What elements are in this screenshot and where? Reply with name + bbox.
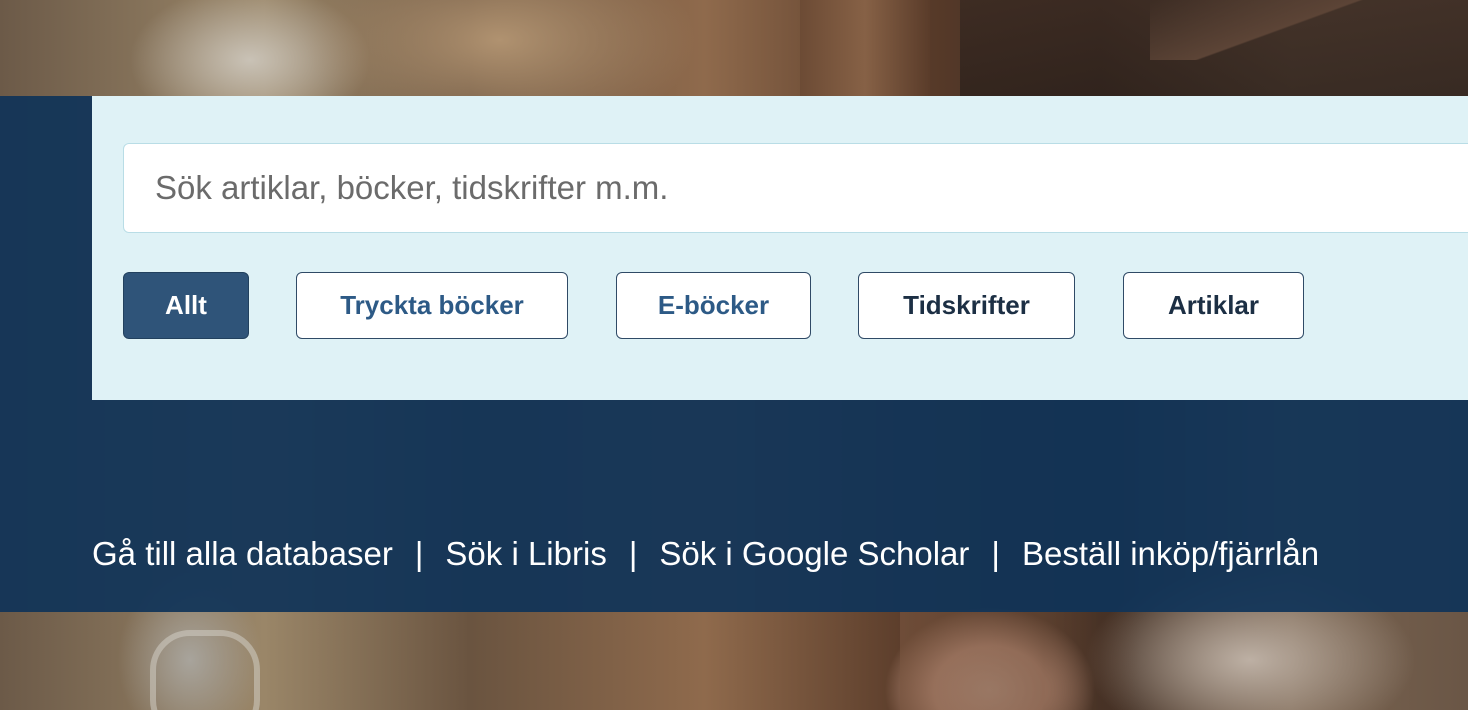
filter-articles-button[interactable]: Artiklar — [1123, 272, 1304, 339]
link-separator: | — [991, 535, 1000, 572]
link-search-libris[interactable]: Sök i Libris — [445, 535, 606, 572]
filter-all-button[interactable]: Allt — [123, 272, 249, 339]
link-separator: | — [414, 535, 424, 572]
quick-links: Gå till alla databaser | Sök i Libris | Sök … — [92, 526, 1319, 582]
link-search-google-scholar[interactable]: Sök i Google Scholar — [659, 535, 969, 572]
filter-ebooks-button[interactable]: E-böcker — [616, 272, 811, 339]
background-table — [900, 610, 1140, 710]
link-order-purchase-interlibrary-loan[interactable]: Beställ inköp/fjärrlån — [1022, 535, 1319, 572]
background-glass — [150, 630, 260, 710]
filter-journals-button[interactable]: Tidskrifter — [858, 272, 1075, 339]
background-shelf — [1150, 0, 1450, 60]
link-separator: | — [628, 535, 638, 572]
search-panel: Allt Tryckta böcker E-böcker Tidskrifter… — [92, 96, 1468, 400]
background-wooden-beam — [800, 0, 930, 100]
link-all-databases[interactable]: Gå till alla databaser — [92, 535, 393, 572]
page: Allt Tryckta böcker E-böcker Tidskrifter… — [0, 0, 1468, 710]
search-input[interactable] — [123, 143, 1468, 233]
filter-printed-books-button[interactable]: Tryckta böcker — [296, 272, 568, 339]
